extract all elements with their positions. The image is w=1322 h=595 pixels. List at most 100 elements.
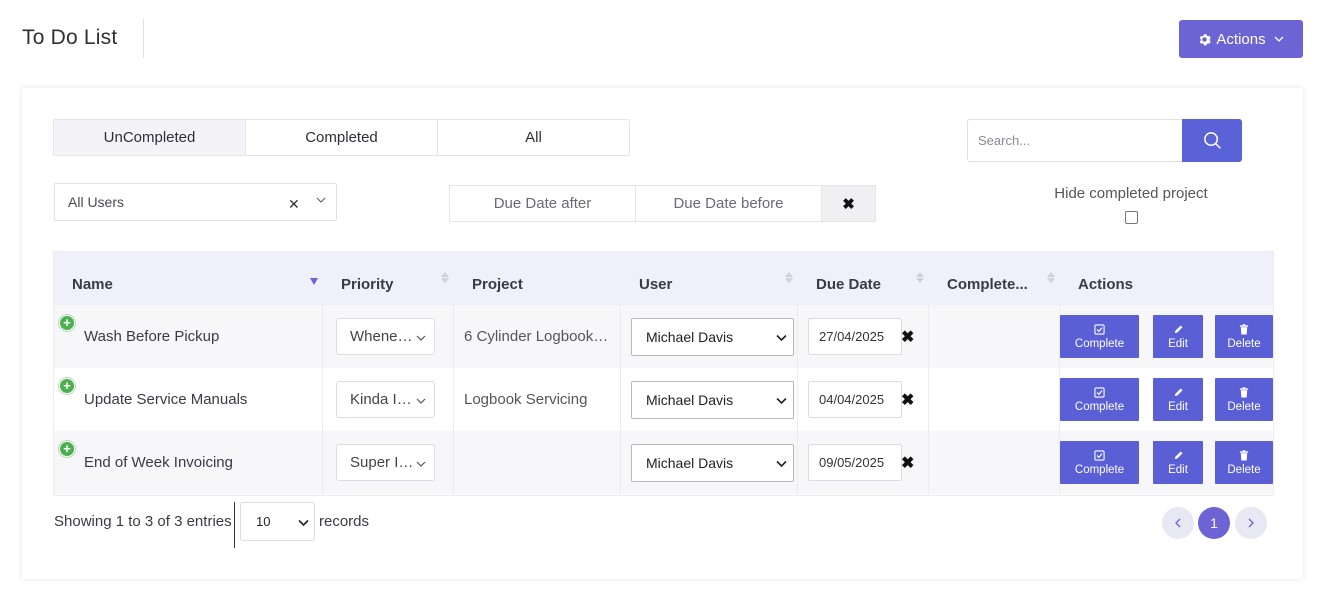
chevron-down-icon xyxy=(776,460,787,468)
clear-date-icon[interactable]: ✖ xyxy=(901,327,914,347)
due-date-range: Due Date after Due Date before ✖ xyxy=(449,185,876,222)
prev-page-button[interactable] xyxy=(1162,507,1194,539)
table-row: + Update Service Manuals Kinda Important… xyxy=(54,368,1273,431)
chevron-down-icon xyxy=(776,397,787,405)
tab-completed[interactable]: Completed xyxy=(246,120,438,155)
pencil-icon xyxy=(1174,450,1183,459)
page-length-select[interactable]: 10 xyxy=(240,502,315,541)
delete-button[interactable]: Delete xyxy=(1215,441,1273,484)
next-page-button[interactable] xyxy=(1235,507,1267,539)
trash-icon xyxy=(1239,323,1249,335)
footer-divider xyxy=(234,502,235,548)
due-date-input[interactable]: 27/04/2025 xyxy=(808,318,902,355)
page-1-button[interactable]: 1 xyxy=(1198,507,1230,539)
actions-button[interactable]: Actions xyxy=(1179,20,1303,58)
table-row: + End of Week Invoicing Super Important … xyxy=(54,431,1273,494)
search-input[interactable] xyxy=(967,119,1182,162)
pencil-icon xyxy=(1174,387,1183,396)
col-name[interactable]: Name xyxy=(72,276,113,293)
due-date-input[interactable]: 09/05/2025 xyxy=(808,444,902,481)
user-value: Michael Davis xyxy=(646,392,734,408)
delete-button[interactable]: Delete xyxy=(1215,378,1273,421)
col-actions: Actions xyxy=(1078,276,1134,293)
entries-info: Showing 1 to 3 of 3 entries xyxy=(54,513,232,530)
sort-icon[interactable] xyxy=(785,272,793,283)
edit-button[interactable]: Edit xyxy=(1153,441,1203,484)
complete-label: Complete xyxy=(1074,400,1125,413)
task-name: End of Week Invoicing xyxy=(84,454,233,471)
page-title: To Do List xyxy=(22,26,118,49)
edit-button[interactable]: Edit xyxy=(1153,378,1203,421)
user-select[interactable]: Michael Davis xyxy=(631,444,794,482)
delete-button[interactable]: Delete xyxy=(1215,315,1273,358)
chevron-down-icon xyxy=(416,461,426,467)
gear-icon xyxy=(1200,33,1212,45)
tab-all[interactable]: All xyxy=(438,120,629,155)
user-value: Michael Davis xyxy=(646,455,734,471)
chevron-down-icon[interactable] xyxy=(316,195,326,205)
sort-icon[interactable] xyxy=(1047,272,1055,283)
chevron-down-icon xyxy=(298,519,309,527)
complete-label: Complete xyxy=(1074,337,1125,350)
col-project: Project xyxy=(472,276,523,293)
edit-label: Edit xyxy=(1168,400,1188,413)
chevron-left-icon xyxy=(1175,518,1181,528)
check-square-icon xyxy=(1094,449,1105,461)
check-square-icon xyxy=(1094,323,1105,335)
priority-select[interactable]: Super Important xyxy=(336,444,435,481)
chevron-down-icon xyxy=(416,398,426,404)
clear-date-icon[interactable]: ✖ xyxy=(901,453,914,473)
priority-select[interactable]: Kinda Important xyxy=(336,381,435,418)
priority-value: Whenever xyxy=(350,328,416,345)
chevron-right-icon xyxy=(1248,518,1254,528)
status-tabs: UnCompleted Completed All xyxy=(53,119,630,156)
col-priority[interactable]: Priority xyxy=(341,276,394,293)
check-square-icon xyxy=(1094,386,1105,398)
complete-button[interactable]: Complete xyxy=(1060,441,1139,484)
table-header: Name Priority Project User Due Date Comp… xyxy=(54,252,1273,305)
clear-date-icon[interactable]: ✖ xyxy=(901,390,914,410)
user-select[interactable]: Michael Davis xyxy=(631,381,794,419)
chevron-down-icon xyxy=(416,335,426,341)
expand-row-icon[interactable]: + xyxy=(59,441,75,457)
tab-uncompleted[interactable]: UnCompleted xyxy=(54,120,246,155)
pencil-icon xyxy=(1174,324,1183,333)
complete-button[interactable]: Complete xyxy=(1060,315,1139,358)
edit-button[interactable]: Edit xyxy=(1153,315,1203,358)
edit-label: Edit xyxy=(1168,337,1188,350)
trash-icon xyxy=(1239,449,1249,461)
expand-row-icon[interactable]: + xyxy=(59,378,75,394)
sort-icon[interactable] xyxy=(916,272,924,283)
due-date-before-input[interactable]: Due Date before xyxy=(636,186,822,221)
priority-value: Kinda Important xyxy=(350,391,416,408)
close-icon: ✖ xyxy=(842,195,855,213)
user-select[interactable]: Michael Davis xyxy=(631,318,794,356)
complete-button[interactable]: Complete xyxy=(1060,378,1139,421)
col-user[interactable]: User xyxy=(639,276,672,293)
task-name: Update Service Manuals xyxy=(84,391,248,408)
chevron-down-icon xyxy=(1274,36,1284,42)
sort-desc-icon[interactable] xyxy=(310,278,318,285)
search-button[interactable] xyxy=(1182,119,1242,162)
delete-label: Delete xyxy=(1227,337,1261,350)
due-date-input[interactable]: 04/04/2025 xyxy=(808,381,902,418)
edit-label: Edit xyxy=(1168,463,1188,476)
delete-label: Delete xyxy=(1227,400,1261,413)
search-icon xyxy=(1203,132,1221,149)
delete-label: Delete xyxy=(1227,463,1261,476)
project-name: 6 Cylinder Logbook Service xyxy=(464,328,612,345)
chevron-down-icon xyxy=(776,334,787,342)
col-completed[interactable]: Complete... xyxy=(947,276,1028,293)
priority-select[interactable]: Whenever xyxy=(336,318,435,355)
project-name: Logbook Servicing xyxy=(464,391,588,408)
date-clear-button[interactable]: ✖ xyxy=(822,186,875,221)
due-date-after-input[interactable]: Due Date after xyxy=(450,186,636,221)
user-value: Michael Davis xyxy=(646,329,734,345)
col-due-date[interactable]: Due Date xyxy=(816,276,881,293)
hide-completed-label: Hide completed project xyxy=(1054,185,1208,202)
sort-icon[interactable] xyxy=(441,272,449,283)
table-row: + Wash Before Pickup Whenever 6 Cylinder… xyxy=(54,305,1273,368)
users-clear-icon[interactable]: ✕ xyxy=(288,196,300,213)
expand-row-icon[interactable]: + xyxy=(59,315,75,331)
hide-completed-checkbox[interactable] xyxy=(1125,211,1138,224)
